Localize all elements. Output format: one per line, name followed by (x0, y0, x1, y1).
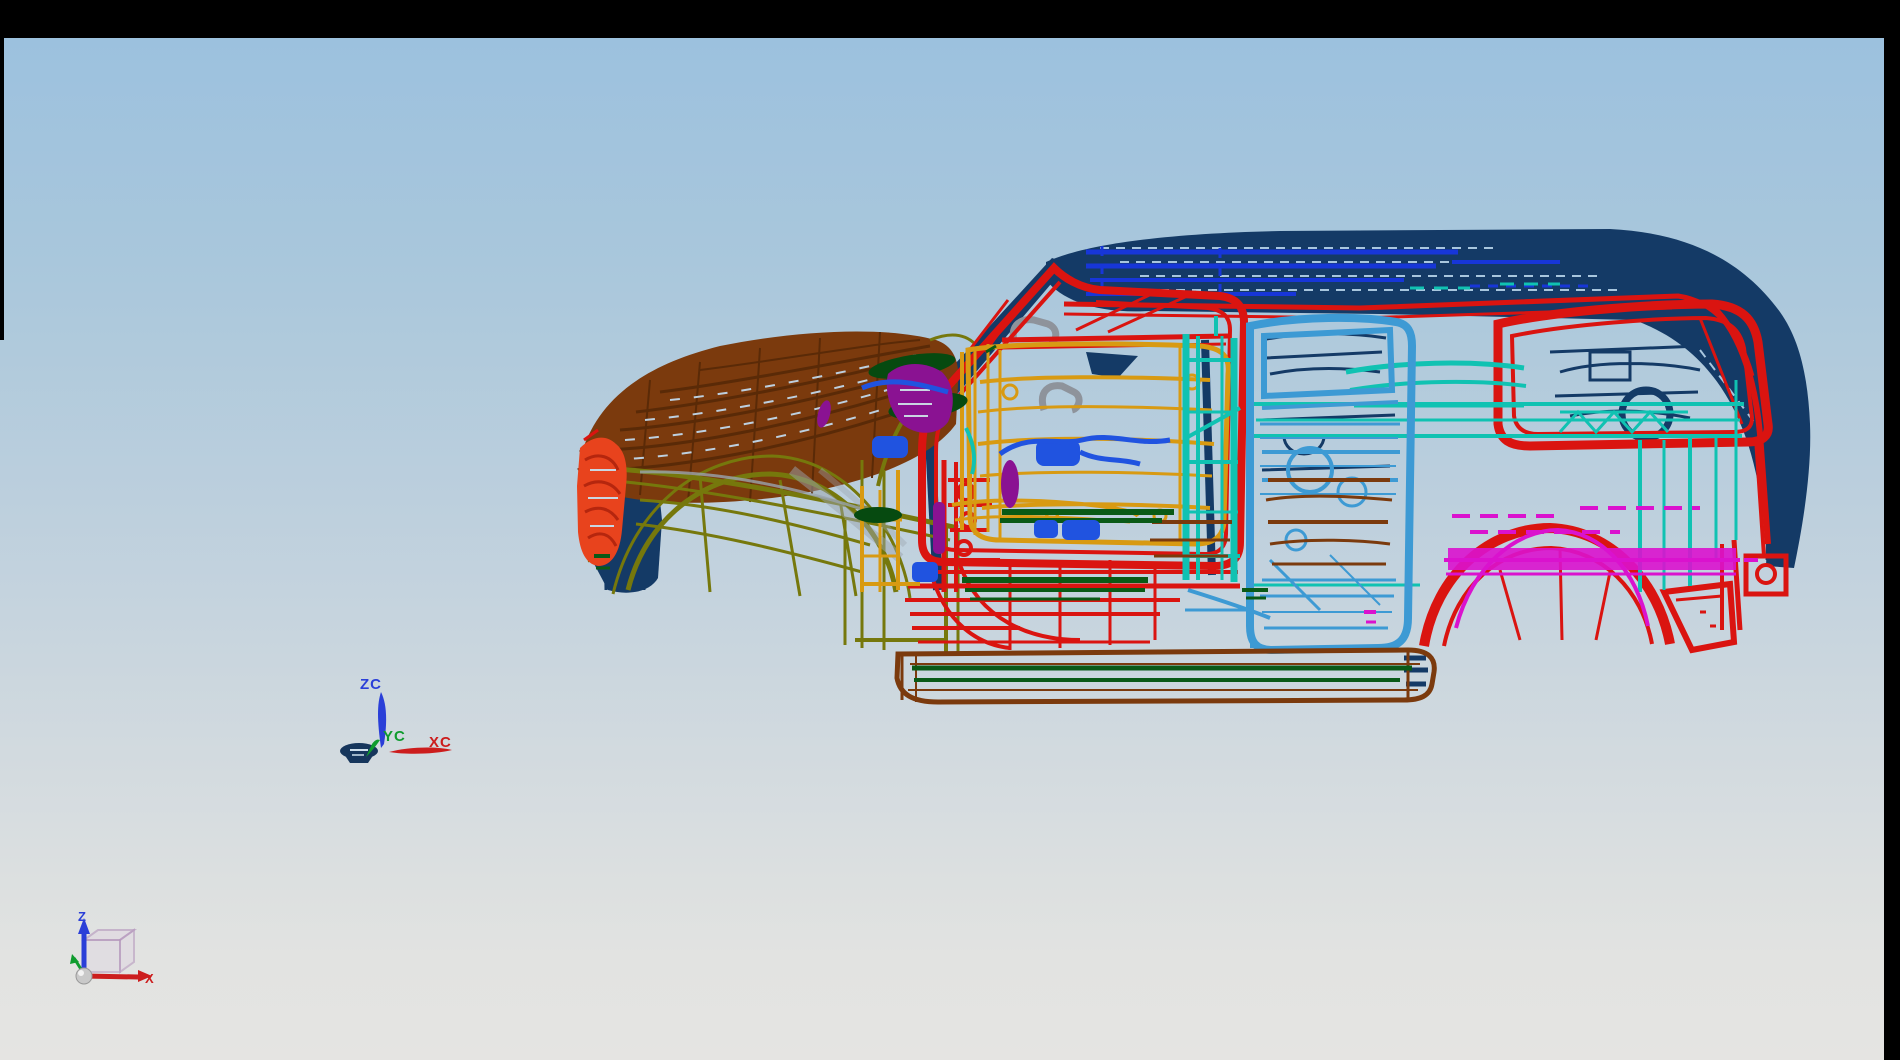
triad-x-label: X (145, 971, 154, 986)
wcs-y-label: YC (383, 728, 406, 745)
roof-grab-handles[interactable] (1013, 320, 1079, 410)
triad-cube-front-face (84, 940, 120, 972)
cad-application-window: ZC YC XC Z X (0, 0, 1900, 1060)
triad-origin-sphere[interactable] (76, 968, 92, 984)
triad-origin-sphere-highlight (78, 970, 84, 976)
model-suv-body-wireframe[interactable] (340, 229, 1810, 763)
wcs-x-label: XC (429, 734, 452, 751)
wcs-triad[interactable]: ZC YC XC (360, 676, 452, 757)
mirror-bracket[interactable] (1086, 352, 1138, 378)
triad-z-label: Z (78, 909, 86, 924)
view-orientation-triad[interactable]: Z X (70, 909, 154, 986)
wcs-z-label: ZC (360, 676, 382, 693)
viewport-canvas[interactable]: ZC YC XC Z X (0, 0, 1900, 1060)
